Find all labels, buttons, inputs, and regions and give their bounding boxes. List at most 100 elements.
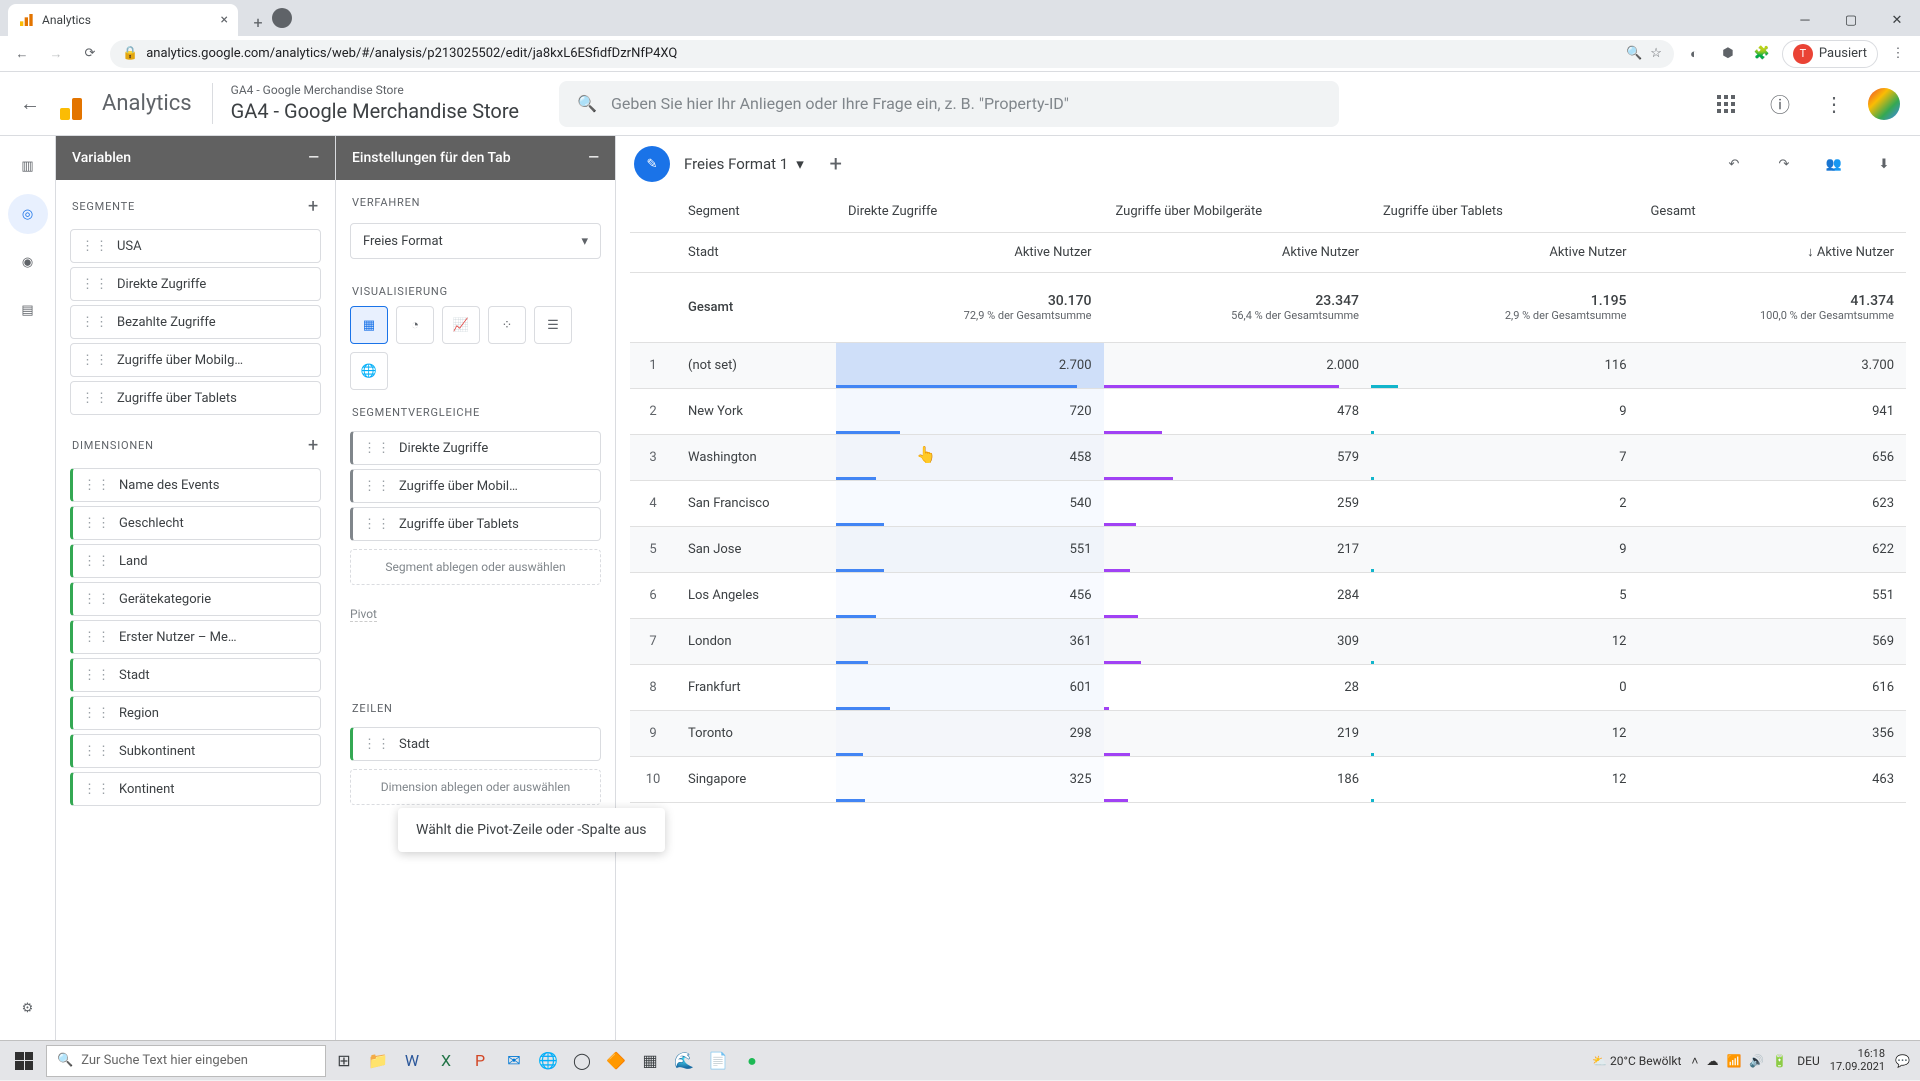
download-button[interactable]: ⬇ [1866,146,1902,182]
segment-compare-chip[interactable]: ⋮⋮Direkte Zugriffe [350,431,601,465]
nav-reports-icon[interactable]: ▥ [8,146,48,186]
excel-icon[interactable]: X [430,1045,462,1077]
viz-line-button[interactable]: 📈 [442,306,480,344]
column-header[interactable]: Zugriffe über Mobilgeräte [1104,192,1372,232]
window-close-button[interactable]: ✕ [1874,4,1920,36]
segment-chip[interactable]: ⋮⋮Direkte Zugriffe [70,267,321,301]
powerpoint-icon[interactable]: P [464,1045,496,1077]
viz-donut-button[interactable]: ◔ [396,306,434,344]
share-button[interactable]: 👥 [1816,146,1852,182]
dimension-chip[interactable]: ⋮⋮Kontinent [70,772,321,806]
nav-configure-icon[interactable]: ▤ [8,290,48,330]
app-icon[interactable]: 📄 [702,1045,734,1077]
weather-widget[interactable]: ⛅ 20°C Bewölkt [1592,1054,1681,1068]
table-row[interactable]: 3 Washington 458 579 7 656 [630,434,1906,480]
pivot-label[interactable]: Pivot [350,607,377,622]
analytics-logo[interactable]: Analytics [60,88,192,120]
table-row[interactable]: 6 Los Angeles 456 284 5 551 [630,572,1906,618]
dimension-chip[interactable]: ⋮⋮Name des Events [70,468,321,502]
viz-table-button[interactable]: ▦ [350,306,388,344]
dimension-chip[interactable]: ⋮⋮Erster Nutzer – Me… [70,620,321,654]
window-maximize-button[interactable]: ▢ [1828,4,1874,36]
dimension-chip[interactable]: ⋮⋮Stadt [70,658,321,692]
add-report-tab-button[interactable]: + [818,146,854,182]
segment-chip[interactable]: ⋮⋮USA [70,229,321,263]
edge-icon[interactable]: 🌊 [668,1045,700,1077]
undo-button[interactable]: ↶ [1716,146,1752,182]
property-selector[interactable]: GA4 - Google Merchandise Store GA4 - Goo… [212,83,519,125]
app-icon[interactable]: ◯ [566,1045,598,1077]
segment-compare-chip[interactable]: ⋮⋮Zugriffe über Mobil… [350,469,601,503]
viz-geo-button[interactable]: 🌐 [350,352,388,390]
extensions-menu-icon[interactable]: 🧩 [1748,40,1776,68]
forward-button[interactable]: → [42,40,70,68]
language-indicator[interactable]: DEU [1797,1054,1819,1068]
profile-chip[interactable]: T Pausiert [1782,40,1878,68]
file-explorer-icon[interactable]: 📁 [362,1045,394,1077]
table-row[interactable]: 1 (not set) 2.700 2.000 116 3.700 [630,342,1906,388]
apps-icon[interactable] [1706,84,1746,124]
column-header[interactable]: Gesamt [1639,192,1907,232]
app-icon[interactable]: ▦ [634,1045,666,1077]
minimize-icon[interactable]: — [308,150,319,166]
settings-menu-icon[interactable]: ⋮ [1814,84,1854,124]
spotify-icon[interactable]: ● [736,1045,768,1077]
taskbar-search[interactable]: 🔍 Zur Suche Text hier eingeben [46,1045,326,1077]
table-row[interactable]: 8 Frankfurt 601 28 0 616 [630,664,1906,710]
system-tray[interactable]: ˄ ☁ 📶 🔊 🔋 [1691,1054,1787,1068]
extension-icon[interactable]: ⬢ [1714,40,1742,68]
segment-chip[interactable]: ⋮⋮Zugriffe über Tablets [70,381,321,415]
minimize-icon[interactable]: — [588,150,599,166]
column-header[interactable]: Zugriffe über Tablets [1371,192,1639,232]
address-bar[interactable]: 🔒 analytics.google.com/analytics/web/#/a… [110,40,1674,68]
dimension-chip[interactable]: ⋮⋮Geschlecht [70,506,321,540]
chrome-icon[interactable]: 🌐 [532,1045,564,1077]
table-row[interactable]: 10 Singapore 325 186 12 463 [630,756,1906,802]
browser-tab[interactable]: Analytics × [8,4,238,36]
browser-menu-icon[interactable]: ⋮ [1884,40,1912,68]
segment-compare-chip[interactable]: ⋮⋮Zugriffe über Tablets [350,507,601,541]
column-header[interactable]: Direkte Zugriffe [836,192,1104,232]
metric-header[interactable]: Aktive Nutzer [1371,232,1639,272]
add-dimension-icon[interactable]: + [308,435,319,456]
dimension-chip[interactable]: ⋮⋮Region [70,696,321,730]
window-minimize-button[interactable]: ─ [1782,4,1828,36]
close-tab-icon[interactable]: × [221,12,228,28]
word-icon[interactable]: W [396,1045,428,1077]
metric-header[interactable]: Aktive Nutzer [1104,232,1372,272]
clock[interactable]: 16:18 17.09.2021 [1830,1048,1885,1072]
viz-bar-button[interactable]: ☰ [534,306,572,344]
rows-dropzone[interactable]: Dimension ablegen oder auswählen [350,769,601,805]
nav-explore-icon[interactable]: ◎ [8,194,48,234]
table-row[interactable]: 4 San Francisco 540 259 2 623 [630,480,1906,526]
metric-header[interactable]: Aktive Nutzer [836,232,1104,272]
app-icon[interactable]: 🔶 [600,1045,632,1077]
start-button[interactable] [4,1041,44,1081]
table-row[interactable]: 5 San Jose 551 217 9 622 [630,526,1906,572]
dimension-chip[interactable]: ⋮⋮Subkontinent [70,734,321,768]
row-dimension-chip[interactable]: ⋮⋮Stadt [350,727,601,761]
technique-select[interactable]: Freies Format ▾ [350,223,601,259]
dimension-chip[interactable]: ⋮⋮Land [70,544,321,578]
help-icon[interactable]: ⓘ [1760,84,1800,124]
account-avatar[interactable] [1868,88,1900,120]
back-arrow-icon[interactable]: ← [20,91,40,116]
table-row[interactable]: 7 London 361 309 12 569 [630,618,1906,664]
extension-icon[interactable]: ◐ [1680,40,1708,68]
segment-chip[interactable]: ⋮⋮Zugriffe über Mobilg… [70,343,321,377]
new-tab-button[interactable]: + [244,8,272,36]
report-tab[interactable]: Freies Format 1 ▾ [684,155,804,173]
dimension-chip[interactable]: ⋮⋮Gerätekategorie [70,582,321,616]
search-input[interactable]: 🔍 Geben Sie hier Ihr Anliegen oder Ihre … [559,81,1339,127]
reload-button[interactable]: ⟳ [76,40,104,68]
nav-admin-icon[interactable]: ⚙ [8,988,48,1028]
edit-tab-icon[interactable]: ✎ [634,146,670,182]
star-icon[interactable]: ☆ [1650,46,1662,61]
table-row[interactable]: 2 New York 720 478 9 941 [630,388,1906,434]
nav-advertising-icon[interactable]: ◉ [8,242,48,282]
zoom-icon[interactable]: 🔍 [1626,46,1642,61]
back-button[interactable]: ← [8,40,36,68]
redo-button[interactable]: ↷ [1766,146,1802,182]
table-row[interactable]: 9 Toronto 298 219 12 356 [630,710,1906,756]
add-segment-icon[interactable]: + [308,196,319,217]
